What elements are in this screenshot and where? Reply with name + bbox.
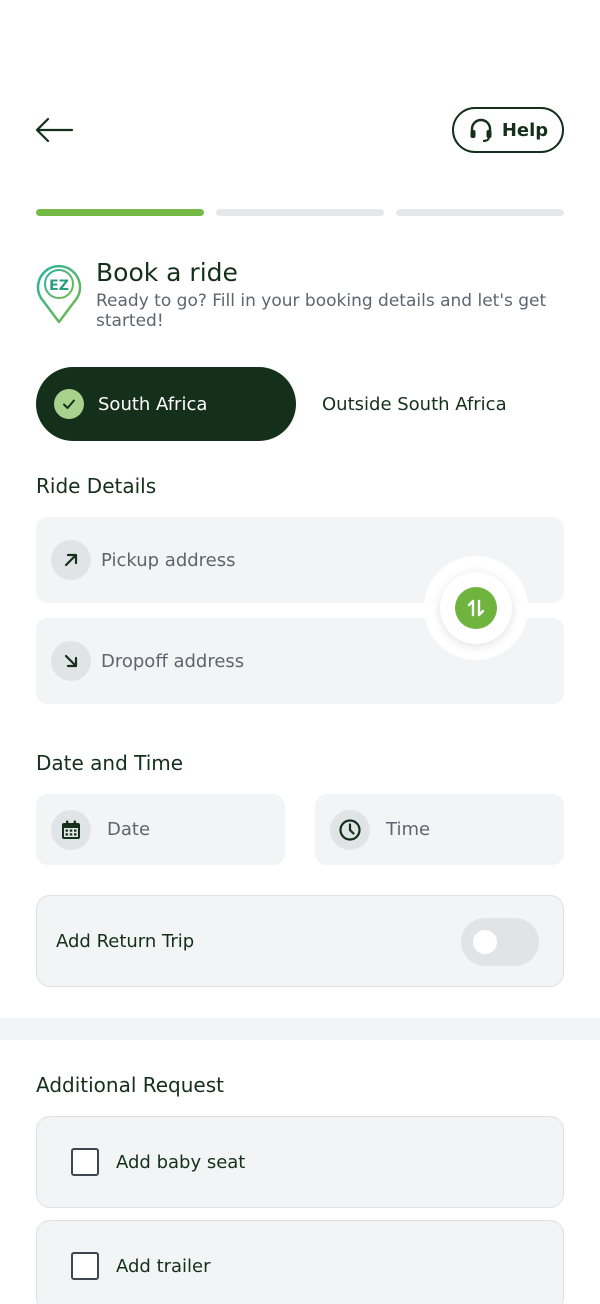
additional-request-heading: Additional Request <box>36 1073 224 1097</box>
ride-details-heading: Ride Details <box>36 474 157 498</box>
date-placeholder: Date <box>107 819 151 840</box>
region-option-south-africa[interactable]: South Africa <box>36 367 296 441</box>
check-icon <box>54 389 84 419</box>
date-field[interactable]: Date <box>36 794 285 865</box>
progress-step-1 <box>36 209 204 216</box>
pickup-placeholder: Pickup address <box>101 549 236 571</box>
progress-step-3 <box>396 209 564 216</box>
trailer-label: Add trailer <box>116 1255 211 1277</box>
back-button[interactable] <box>34 112 78 148</box>
dropoff-placeholder: Dropoff address <box>101 650 245 672</box>
arrow-up-right-icon <box>51 540 91 580</box>
arrow-down-right-icon <box>51 641 91 681</box>
region-option-label: South Africa <box>98 393 208 415</box>
page-subtitle: Ready to go? Fill in your booking detail… <box>96 291 547 331</box>
arrow-left-icon <box>35 117 74 143</box>
step-progress <box>36 209 564 217</box>
page-title: Book a ride <box>96 258 238 287</box>
baby-seat-option[interactable]: Add baby seat <box>36 1116 564 1208</box>
swap-addresses-button[interactable] <box>455 587 497 629</box>
trailer-option[interactable]: Add trailer <box>36 1220 564 1304</box>
toggle-knob <box>473 930 497 954</box>
section-divider <box>0 1018 600 1040</box>
baby-seat-label: Add baby seat <box>116 1151 246 1173</box>
svg-text:EZ: EZ <box>49 278 69 294</box>
swap-vertical-icon <box>467 599 485 617</box>
time-placeholder: Time <box>386 819 431 840</box>
trailer-checkbox[interactable] <box>71 1252 99 1280</box>
return-trip-label: Add Return Trip <box>56 930 195 952</box>
return-trip-toggle[interactable] <box>461 918 539 966</box>
swap-ring <box>440 572 512 644</box>
date-time-heading: Date and Time <box>36 751 184 775</box>
headset-icon <box>470 118 492 142</box>
calendar-icon <box>51 809 91 850</box>
swap-container <box>424 556 528 660</box>
region-toggle: South Africa Outside South Africa <box>36 367 564 441</box>
region-option-outside-south-africa[interactable]: Outside South Africa <box>322 367 507 441</box>
progress-step-2 <box>216 209 384 216</box>
baby-seat-checkbox[interactable] <box>71 1148 99 1176</box>
return-trip-card: Add Return Trip <box>36 895 564 987</box>
clock-icon <box>330 809 370 850</box>
time-field[interactable]: Time <box>315 794 564 865</box>
help-button[interactable]: Help <box>452 107 564 153</box>
ez-logo: EZ <box>36 262 82 324</box>
help-label: Help <box>501 119 549 141</box>
